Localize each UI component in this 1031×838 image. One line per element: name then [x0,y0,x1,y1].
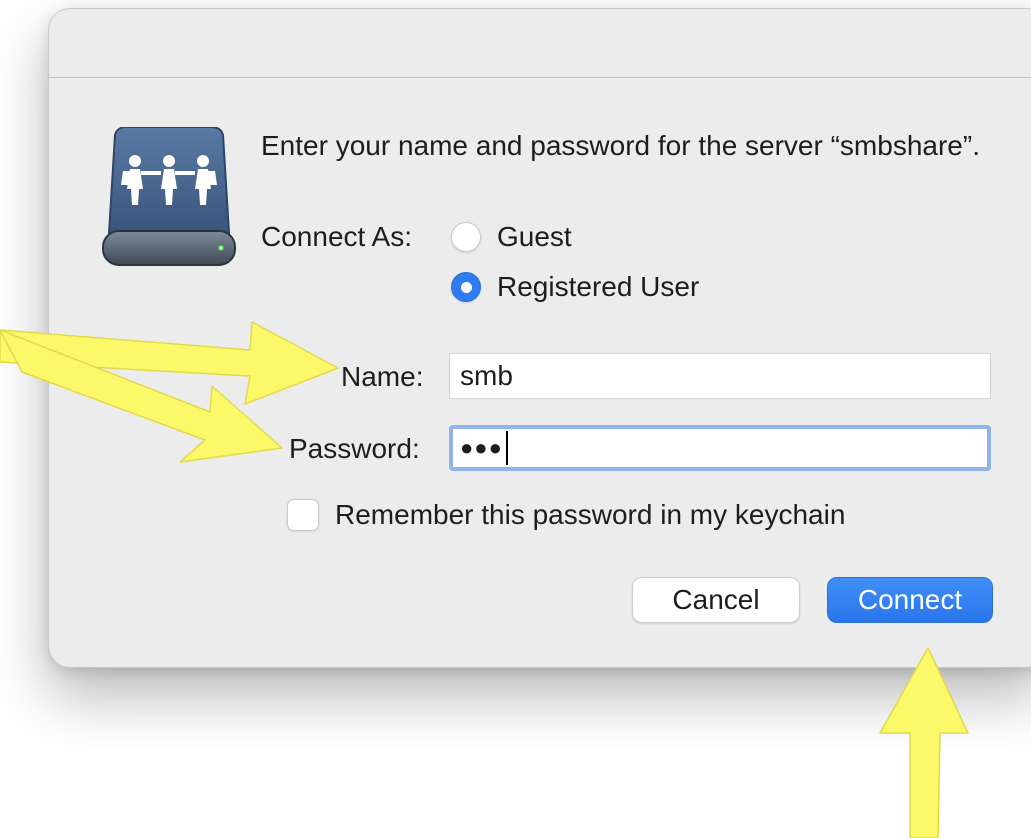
connect-to-server-dialog: Enter your name and password for the ser… [48,8,1031,668]
password-masked-value: ●●● [460,435,503,460]
guest-radio-option[interactable]: Guest [451,221,572,253]
text-cursor [505,431,508,465]
arrow-to-connect-button-icon [879,647,969,838]
password-label: Password: [289,433,420,464]
remember-keychain-option[interactable]: Remember this password in my keychain [287,499,845,531]
name-label: Name: [341,361,424,392]
guest-radio-label: Guest [497,221,572,252]
screenshot-stage: Enter your name and password for the ser… [0,0,1031,838]
dialog-prompt-text: Enter your name and password for the ser… [261,130,980,161]
name-input[interactable]: smb [449,353,991,399]
radio-selected-dot [460,281,472,293]
guest-radio-button[interactable] [451,222,481,252]
registered-user-radio-option[interactable]: Registered User [451,271,699,303]
remember-keychain-label: Remember this password in my keychain [335,499,846,530]
cancel-button[interactable]: Cancel [632,577,800,623]
shared-server-drive-icon [102,127,236,266]
connect-as-label: Connect As: [261,221,412,252]
password-input[interactable]: ●●● [449,425,991,471]
remember-keychain-checkbox[interactable] [287,499,319,531]
registered-user-radio-label: Registered User [497,271,700,302]
dialog-titlebar [49,9,1031,78]
name-input-value: smb [460,360,513,391]
registered-user-radio-button[interactable] [451,272,481,302]
connect-button[interactable]: Connect [827,577,993,623]
